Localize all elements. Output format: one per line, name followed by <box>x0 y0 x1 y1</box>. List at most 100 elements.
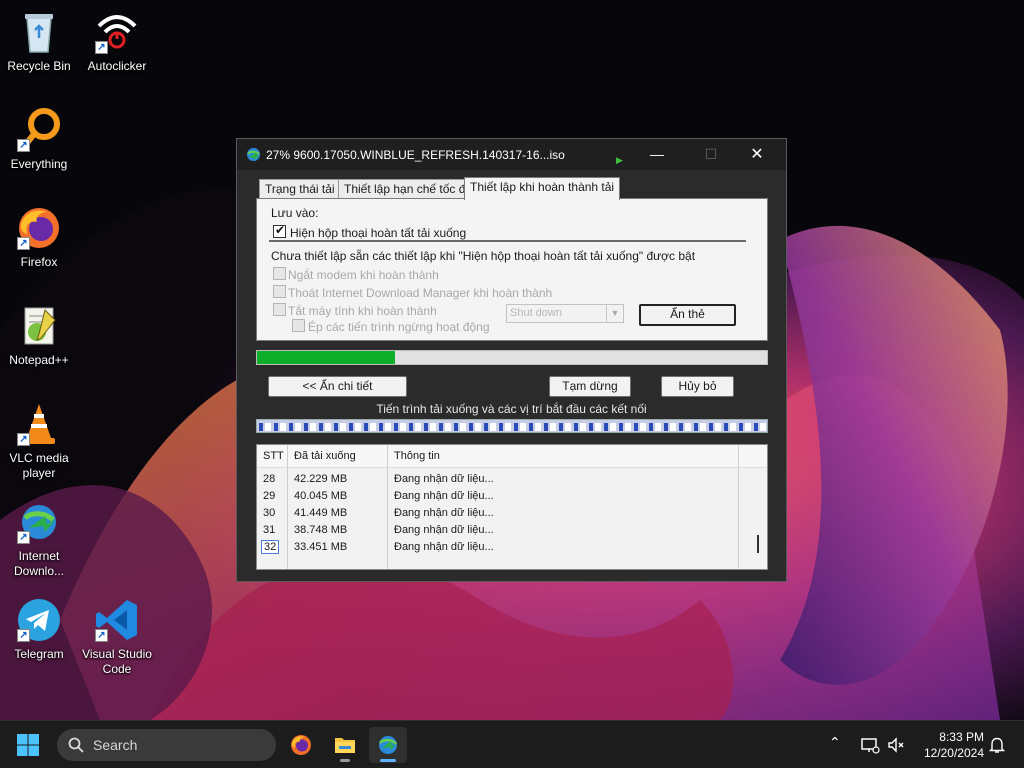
desktop-icon-idm[interactable]: ↗ Internet Downlo... <box>0 498 78 579</box>
connection-info: Đang nhận dữ liệu... <box>394 473 494 485</box>
vscode-icon: ↗ <box>93 596 141 644</box>
connection-downloaded: 41.449 MB <box>294 507 348 519</box>
desktop-icon-vlc[interactable]: ↗ VLC media player <box>0 400 78 481</box>
exit-idm-label: Thoát Internet Download Manager khi hoàn… <box>288 286 553 300</box>
exit-idm-checkbox[interactable] <box>273 285 286 298</box>
scrollbar-thumb[interactable] <box>757 535 759 553</box>
desktop-icon-label: Firefox <box>20 255 58 269</box>
connection-id: 29 <box>263 490 276 502</box>
show-complete-dialog-label: Hiện hộp thoại hoàn tất tải xuống <box>290 226 467 240</box>
file-explorer-taskbar-icon <box>335 738 355 753</box>
shutdown-mode-value: Shut down <box>510 307 562 319</box>
shortcut-arrow-icon: ↗ <box>17 531 30 544</box>
connection-id: 30 <box>263 507 276 519</box>
shortcut-arrow-icon: ↗ <box>17 237 30 250</box>
shortcut-arrow-icon: ↗ <box>17 629 30 642</box>
connection-downloaded: 42.229 MB <box>294 473 348 485</box>
taskbar-search-box[interactable]: Search <box>57 729 276 761</box>
download-progress-bar <box>256 350 768 365</box>
connections-list[interactable]: STT Đã tải xuống Thông tin 28 42.229 MB Đa… <box>256 444 768 570</box>
connection-info: Đang nhận dữ liệu... <box>394 541 494 553</box>
idm-app-icon <box>247 148 260 161</box>
force-terminate-label: Ép các tiến trình ngừng hoạt động <box>308 320 490 334</box>
connection-id: 32 <box>261 540 280 554</box>
taskbar-file-explorer[interactable] <box>326 727 364 763</box>
taskbar-firefox[interactable] <box>282 727 320 763</box>
shutdown-computer-checkbox[interactable] <box>273 303 286 316</box>
table-row[interactable]: 28 42.229 MB Đang nhận dữ liệu... <box>257 471 737 488</box>
download-flag-icon: ▶ <box>616 155 623 165</box>
desktop-icon-vscode[interactable]: ↗ Visual Studio Code <box>78 596 156 677</box>
table-row[interactable]: 32 33.451 MB Đang nhận dữ liệu... <box>257 539 737 556</box>
table-row[interactable]: 29 40.045 MB Đang nhận dữ liệu... <box>257 488 737 505</box>
notepadpp-icon <box>15 302 63 350</box>
panel-divider <box>269 240 746 242</box>
tab-on-completion[interactable]: Thiết lập khi hoàn thành tải <box>464 177 621 200</box>
connection-info: Đang nhận dữ liệu... <box>394 524 494 536</box>
cancel-button[interactable]: Hủy bỏ <box>661 376 734 397</box>
idm-taskbar-icon <box>379 736 397 754</box>
search-placeholder: Search <box>93 737 138 753</box>
close-button[interactable]: ✕ <box>734 139 780 170</box>
save-to-label: Lưu vào: <box>271 206 319 220</box>
desktop-icon-label: Autoclicker <box>87 59 147 73</box>
table-row[interactable]: 30 41.449 MB Đang nhận dữ liệu... <box>257 505 737 522</box>
taskbar-clock[interactable]: 8:33 PM 12/20/2024 <box>910 729 984 761</box>
shutdown-computer-label: Tắt máy tính khi hoàn thành <box>288 304 437 318</box>
show-complete-dialog-checkbox[interactable] <box>273 223 286 238</box>
desktop-icon-label: Notepad++ <box>9 353 69 367</box>
connection-downloaded: 40.045 MB <box>294 490 348 502</box>
notification-bell-icon[interactable] <box>987 735 1007 755</box>
column-header-info[interactable]: Thông tin <box>394 450 440 462</box>
desktop-icon-label: VLC media player <box>9 451 69 480</box>
hangup-modem-label: Ngắt modem khi hoàn thành <box>288 268 439 282</box>
connections-caption: Tiến trình tải xuống và các vị trí bắt đ… <box>376 402 647 416</box>
clock-date: 12/20/2024 <box>923 746 984 760</box>
windows-start-icon[interactable] <box>16 733 40 757</box>
connection-info: Đang nhận dữ liệu... <box>394 490 494 502</box>
shortcut-arrow-icon: ↗ <box>17 139 30 152</box>
tab-download-status[interactable]: Trạng thái tải <box>259 179 341 199</box>
on-completion-panel: Lưu vào: Hiện hộp thoại hoàn tất tải xuố… <box>256 198 768 341</box>
hangup-modem-checkbox[interactable] <box>273 267 286 280</box>
connection-id: 28 <box>263 473 276 485</box>
chevron-up-icon[interactable]: ⌃ <box>829 735 849 755</box>
volume-muted-icon[interactable] <box>886 735 906 755</box>
pause-button[interactable]: Tạm dừng <box>549 376 631 397</box>
chevron-down-icon: ▼ <box>606 305 623 322</box>
desktop-icon-firefox[interactable]: ↗ Firefox <box>0 204 78 270</box>
connections-header: STT Đã tải xuống Thông tin <box>257 445 767 468</box>
desktop-icon-label: Everything <box>10 157 68 171</box>
column-divider <box>738 445 739 569</box>
window-title: 27% 9600.17050.WINBLUE_REFRESH.140317-16… <box>266 148 565 162</box>
desktop-icon-telegram[interactable]: ↗ Telegram <box>0 596 78 662</box>
shortcut-arrow-icon: ↗ <box>95 41 108 54</box>
table-row[interactable]: 31 38.748 MB Đang nhận dữ liệu... <box>257 522 737 539</box>
desktop-icon-recycle-bin[interactable]: Recycle Bin <box>0 8 78 74</box>
recycle-bin-icon <box>15 8 63 56</box>
window-titlebar[interactable]: 27% 9600.17050.WINBLUE_REFRESH.140317-16… <box>237 139 786 170</box>
firefox-icon: ↗ <box>15 204 63 252</box>
hide-tab-button[interactable]: Ẩn thẻ <box>639 304 736 326</box>
network-icon[interactable] <box>860 735 880 755</box>
running-indicator <box>340 759 350 762</box>
desktop-icon-label: Visual Studio Code <box>82 647 152 676</box>
completion-note: Chưa thiết lập sẵn các thiết lập khi "Hi… <box>271 249 696 263</box>
shutdown-mode-select[interactable]: Shut down ▼ <box>506 304 624 323</box>
desktop-icon-autoclicker[interactable]: ↗ Autoclicker <box>78 8 156 74</box>
vlc-icon: ↗ <box>15 400 63 448</box>
tab-speed-limiter[interactable]: Thiết lập hạn chế tốc độ <box>338 179 479 199</box>
autoclicker-icon: ↗ <box>93 8 141 56</box>
desktop-icon-label: Telegram <box>14 647 64 661</box>
column-header-id[interactable]: STT <box>263 450 284 462</box>
column-header-downloaded[interactable]: Đã tải xuống <box>294 450 356 462</box>
desktop-icon-everything[interactable]: ↗ Everything <box>0 106 78 172</box>
maximize-button[interactable]: ☐ <box>688 139 734 170</box>
desktop-icon-notepadpp[interactable]: Notepad++ <box>0 302 78 368</box>
idm-icon: ↗ <box>15 498 63 546</box>
taskbar-idm[interactable] <box>369 727 407 763</box>
force-terminate-checkbox[interactable] <box>292 319 305 332</box>
hide-details-button[interactable]: << Ẩn chi tiết <box>268 376 407 397</box>
minimize-button[interactable]: — <box>634 139 680 170</box>
everything-search-icon: ↗ <box>15 106 63 154</box>
